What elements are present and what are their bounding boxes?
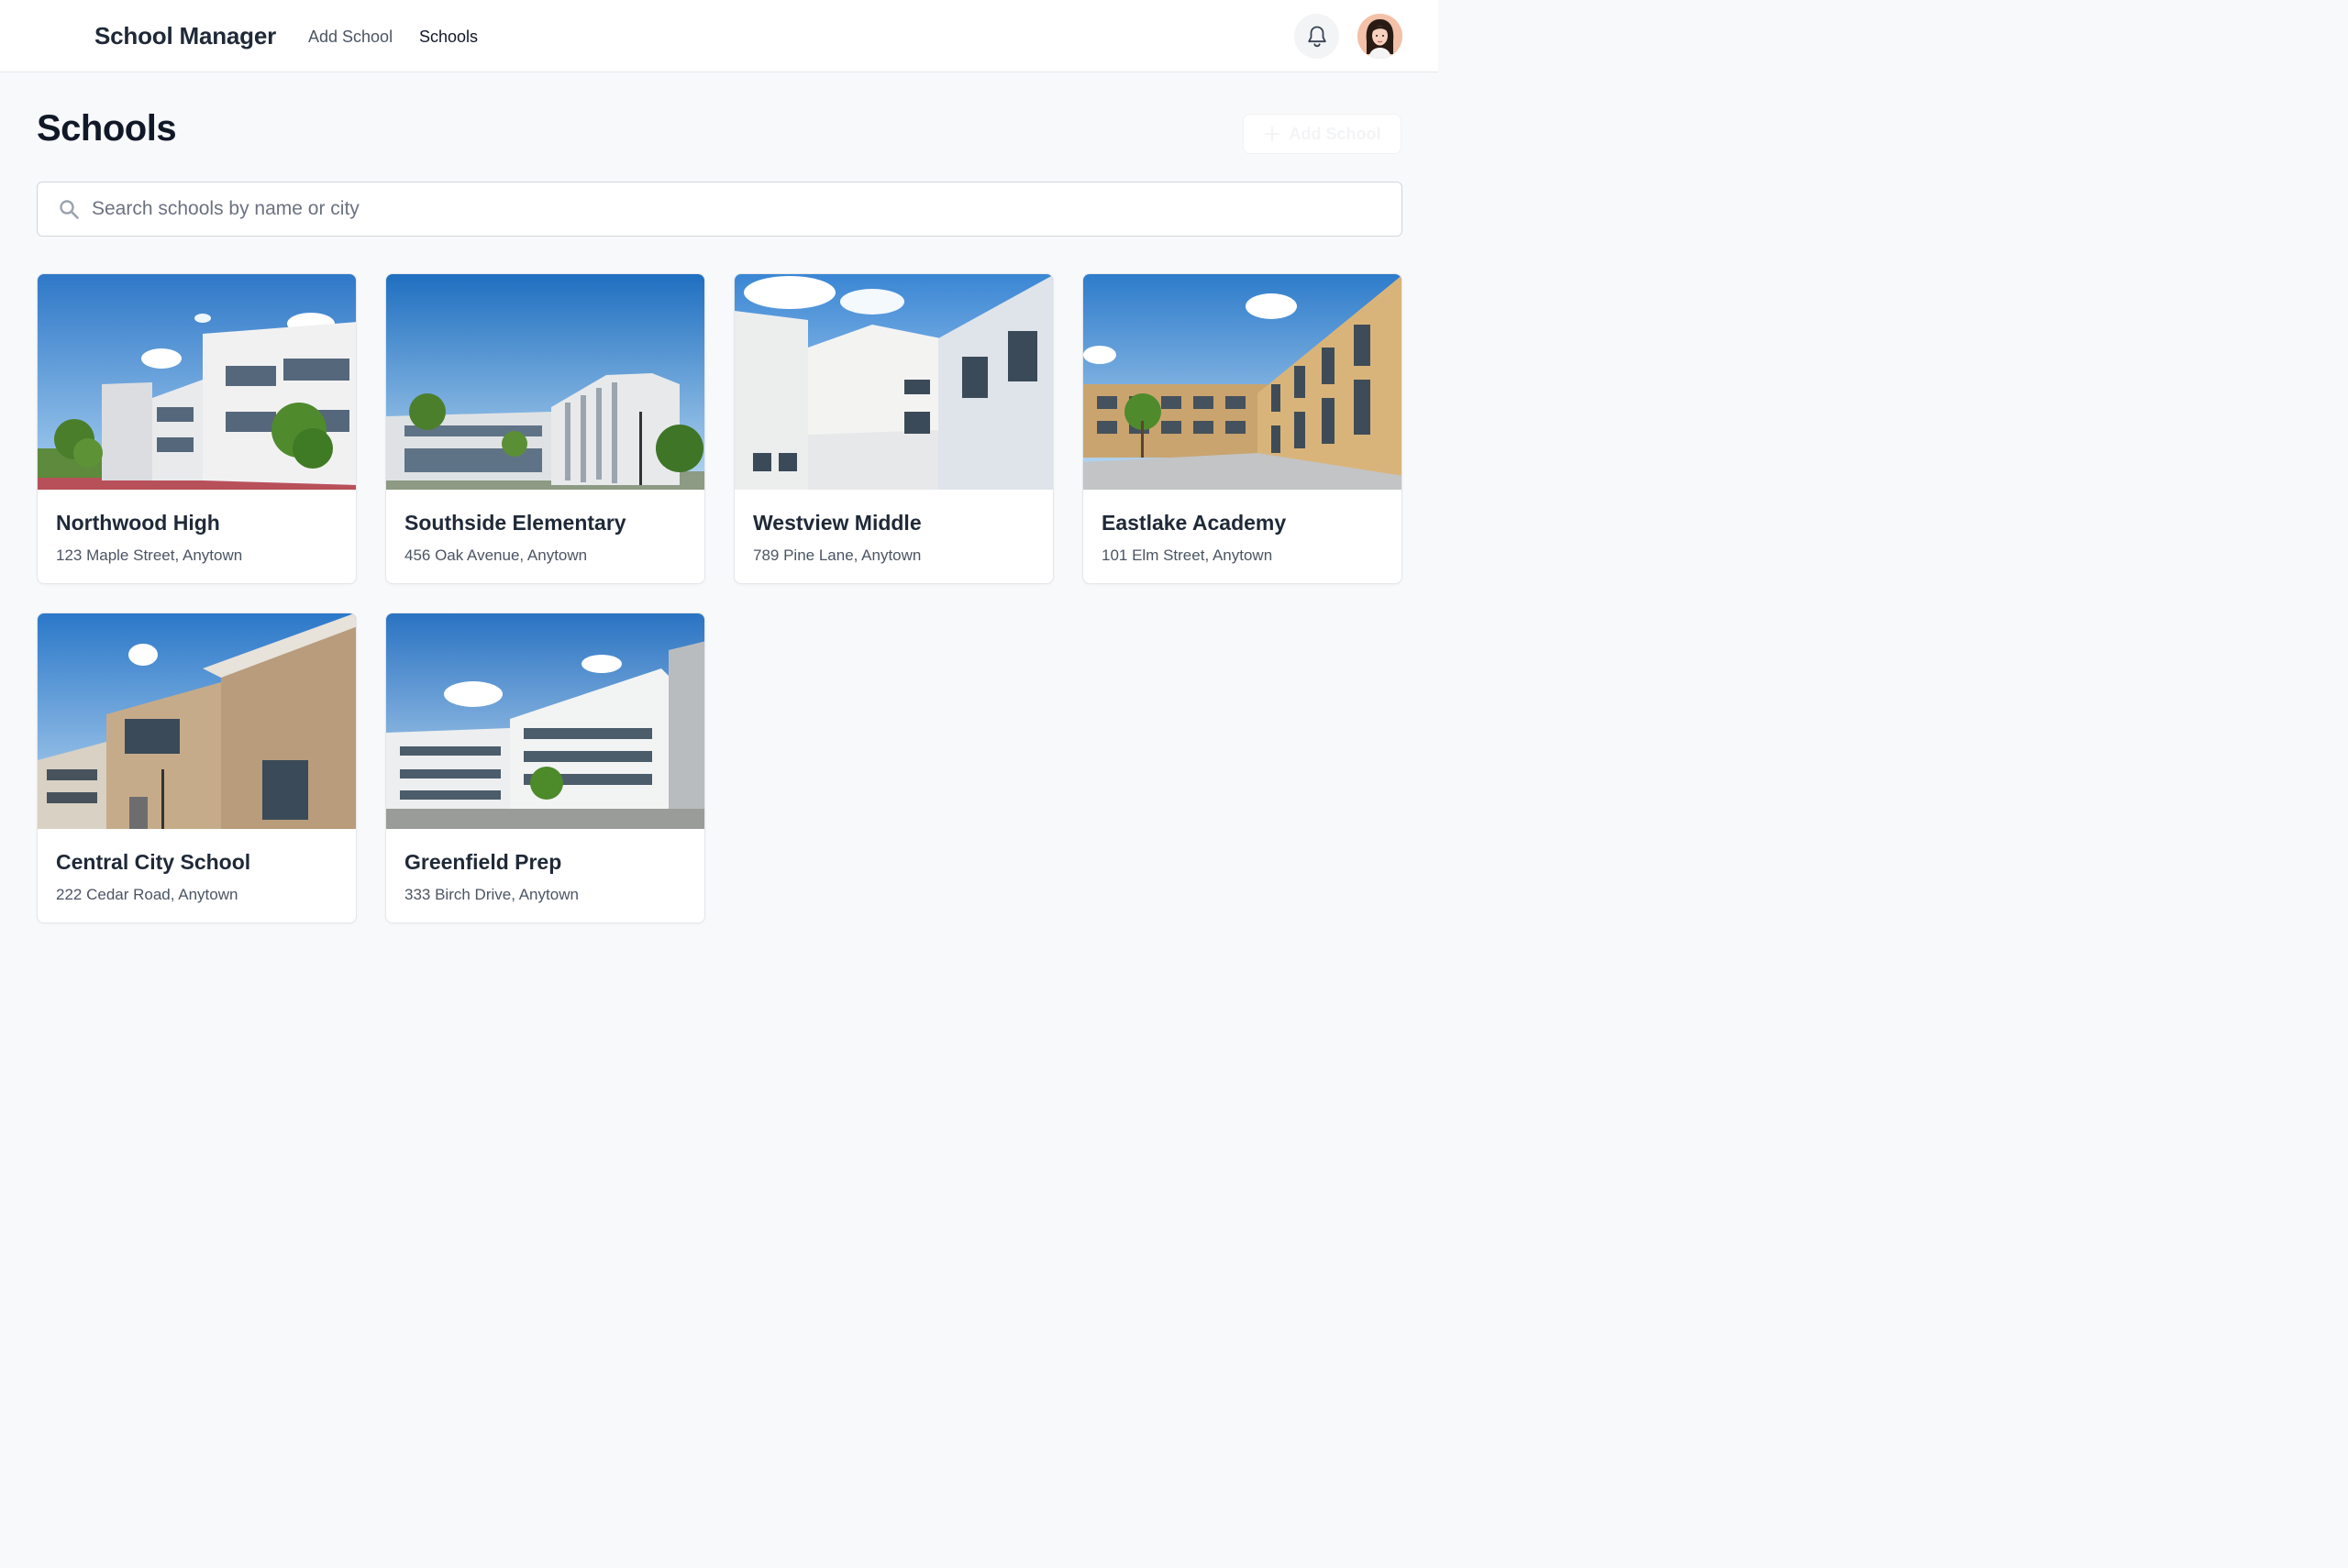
school-name: Southside Elementary bbox=[404, 511, 626, 535]
school-name: Northwood High bbox=[56, 511, 220, 535]
nav-schools[interactable]: Schools bbox=[419, 28, 478, 47]
school-card[interactable]: Eastlake Academy 101 Elm Street, Anytown bbox=[1082, 273, 1402, 584]
search-box bbox=[37, 182, 1402, 237]
school-photo bbox=[735, 274, 1053, 490]
school-address: 101 Elm Street, Anytown bbox=[1102, 547, 1273, 564]
school-address: 123 Maple Street, Anytown bbox=[56, 547, 243, 564]
school-card[interactable]: Greenfield Prep 333 Birch Drive, Anytown bbox=[385, 613, 705, 923]
top-navigation-bar: School Manager Add School Schools bbox=[0, 0, 1438, 72]
school-address: 333 Birch Drive, Anytown bbox=[404, 886, 579, 903]
school-card[interactable]: Northwood High 123 Maple Street, Anytown bbox=[37, 273, 357, 584]
search-icon bbox=[60, 200, 79, 219]
school-card[interactable]: Westview Middle 789 Pine Lane, Anytown bbox=[734, 273, 1054, 584]
search-input[interactable] bbox=[92, 182, 1376, 236]
school-address: 456 Oak Avenue, Anytown bbox=[404, 547, 588, 564]
nav-add-school[interactable]: Add School bbox=[308, 28, 393, 47]
school-name: Eastlake Academy bbox=[1102, 511, 1287, 535]
plus-icon bbox=[1264, 127, 1279, 141]
school-card[interactable]: Southside Elementary 456 Oak Avenue, Any… bbox=[385, 273, 705, 584]
school-address: 789 Pine Lane, Anytown bbox=[753, 547, 922, 564]
school-photo bbox=[1083, 274, 1401, 490]
school-name: Westview Middle bbox=[753, 511, 922, 535]
school-name: Central City School bbox=[56, 850, 251, 874]
school-photo bbox=[386, 613, 704, 829]
school-photo bbox=[386, 274, 704, 490]
school-photo bbox=[38, 274, 356, 490]
school-photo bbox=[38, 613, 356, 829]
add-school-button[interactable]: Add School bbox=[1243, 114, 1401, 154]
bell-icon bbox=[1307, 26, 1326, 47]
notifications-button[interactable] bbox=[1294, 14, 1339, 59]
app-brand[interactable]: School Manager bbox=[94, 22, 276, 50]
avatar-portrait bbox=[1357, 14, 1402, 59]
user-avatar[interactable] bbox=[1357, 14, 1402, 59]
school-card[interactable]: Central City School 222 Cedar Road, Anyt… bbox=[37, 613, 357, 923]
add-school-button-label: Add School bbox=[1289, 124, 1381, 143]
school-name: Greenfield Prep bbox=[404, 850, 562, 874]
page-title: Schools bbox=[37, 108, 177, 149]
school-address: 222 Cedar Road, Anytown bbox=[56, 886, 238, 903]
